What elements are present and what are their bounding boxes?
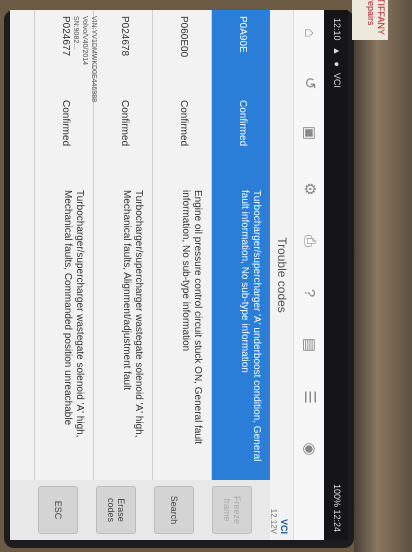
clock: 12:10 <box>332 18 342 41</box>
dtc-code: P024678 <box>119 16 130 57</box>
dtc-description: Turbocharger/supercharger 'A' underboost… <box>239 190 262 462</box>
report-icon[interactable]: ▤ <box>300 336 318 354</box>
app-icon: ● <box>332 61 342 67</box>
table-row[interactable]: P0A90E Confirmed Turbocharger/supercharg… <box>211 10 270 480</box>
dtc-status: Confirmed <box>237 100 248 147</box>
notification-icon: ▲ <box>332 46 342 56</box>
battery-voltage: 12.12V <box>269 508 278 534</box>
page-title: Trouble codes <box>275 237 289 313</box>
trouble-codes-table: P0A90E Confirmed Turbocharger/supercharg… <box>10 10 270 480</box>
dtc-code: P024677 <box>60 16 71 57</box>
sticker-label: TIFFANY repairs <box>352 0 388 40</box>
record-icon[interactable]: ◉ <box>300 440 318 458</box>
freeze-frame-button[interactable]: Freeze frame <box>212 486 252 534</box>
help-icon[interactable]: ? <box>300 284 318 302</box>
dtc-status: Confirmed <box>119 100 130 147</box>
table-row[interactable]: P024678 Confirmed Turbocharger/superchar… <box>93 10 152 480</box>
table-row[interactable]: P060E00 Confirmed Engine oil pressure co… <box>152 10 211 480</box>
erase-codes-button[interactable]: Erase codes <box>96 486 136 534</box>
car-icon[interactable]: ▣ <box>300 124 318 142</box>
settings-icon[interactable]: ⚙ <box>300 180 318 198</box>
home-icon[interactable]: ⌂ <box>300 24 318 42</box>
dtc-code: P060E00 <box>178 16 189 58</box>
dtc-description: Engine oil pressure control circuit stuc… <box>180 190 203 444</box>
action-panel: Freeze frame Search Erase codes ESC <box>10 480 270 540</box>
vehicle-serial: SN:9082... <box>72 16 79 50</box>
diagnostic-app: 12:10 ▲ ● VCI 100% 12:24 ⌂ ↺ ▣ ⚙ ⎙ ? ▤ ☰… <box>10 10 348 540</box>
status-bar: 12:10 ▲ ● VCI 100% 12:24 <box>324 10 348 540</box>
print-icon[interactable]: ⎙ <box>300 232 318 250</box>
device-frame <box>354 0 412 552</box>
search-button[interactable]: Search <box>154 486 194 534</box>
back-icon[interactable]: ↺ <box>300 74 318 92</box>
dtc-code: P0A90E <box>237 16 248 53</box>
vehicle-info: VIN:YV1DMWKD0E446988 Volvo/V40/2014 SN:9… <box>71 16 98 102</box>
dtc-description: Turbocharger/supercharger wastegate sole… <box>62 190 85 438</box>
status-right: 100% 12:24 <box>332 483 342 532</box>
toolbar: ⌂ ↺ ▣ ⚙ ⎙ ? ▤ ☰ ◉ <box>293 10 324 540</box>
dtc-status: Confirmed <box>178 100 189 147</box>
vehicle-vin: VIN:YV1DMWKD0E446988 <box>90 16 97 102</box>
esc-button[interactable]: ESC <box>38 486 78 534</box>
vehicle-model: Volvo/V40/2014 <box>81 16 88 66</box>
screen: 12:10 ▲ ● VCI 100% 12:24 ⌂ ↺ ▣ ⚙ ⎙ ? ▤ ☰… <box>10 10 348 540</box>
vci-badge: VCI <box>279 518 289 534</box>
dtc-status: Confirmed <box>60 100 71 147</box>
history-icon[interactable]: ☰ <box>300 388 318 406</box>
dtc-description: Turbocharger/supercharger wastegate sole… <box>121 190 144 438</box>
vci-icon: VCI <box>332 72 342 88</box>
